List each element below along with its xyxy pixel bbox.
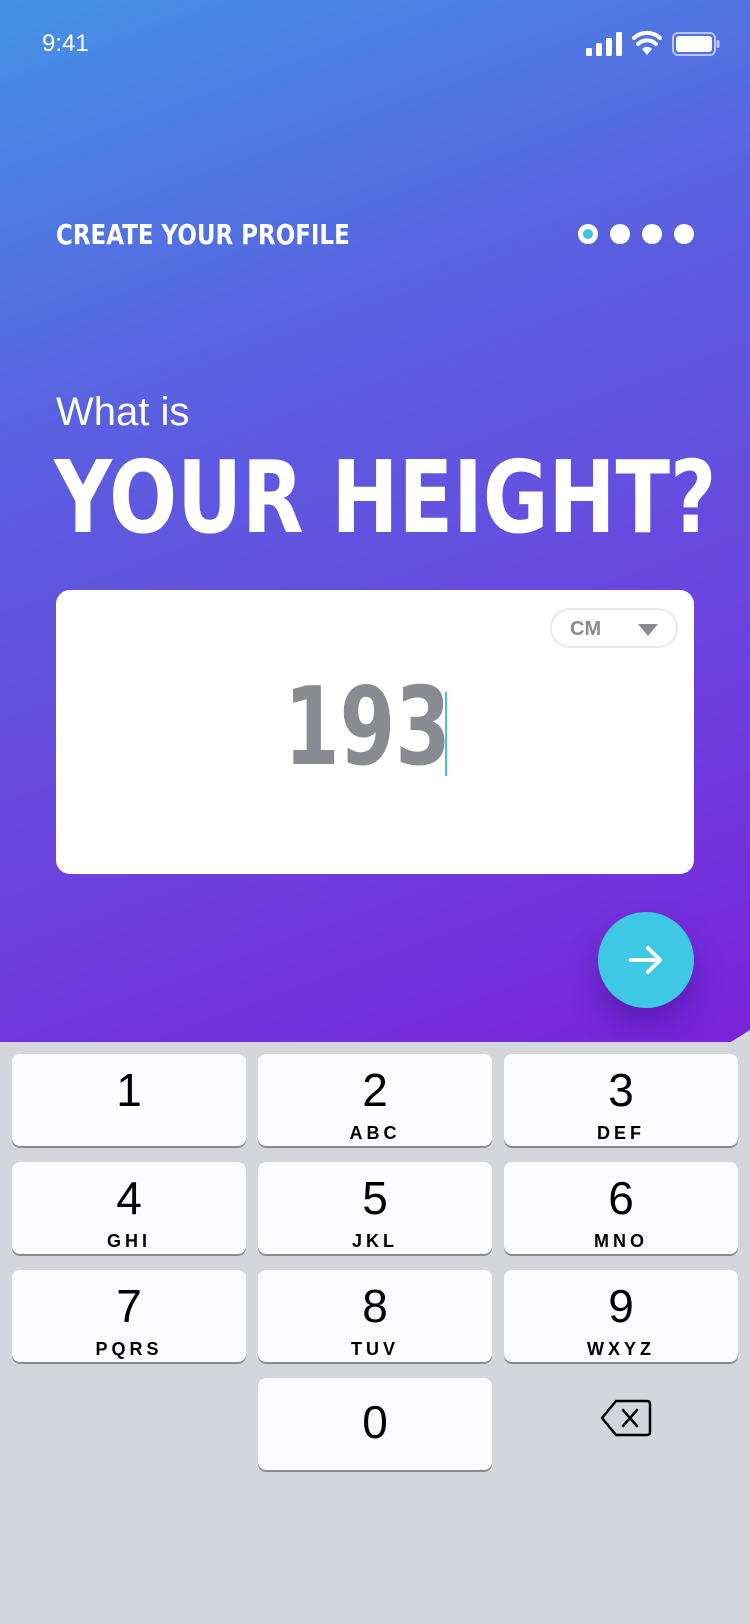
backspace-icon[interactable]	[600, 1398, 652, 1438]
cellular-signal-icon	[586, 32, 622, 56]
key-number: 3	[608, 1064, 634, 1116]
step-dot-4	[674, 224, 694, 244]
key-7[interactable]: 7 PQRS	[12, 1270, 246, 1362]
key-6[interactable]: 6 MNO	[504, 1162, 738, 1254]
step-dot-1	[578, 224, 598, 244]
question-prefix: What is	[56, 390, 190, 434]
step-dot-2	[610, 224, 630, 244]
next-button[interactable]	[598, 912, 694, 1008]
key-number: 6	[608, 1172, 634, 1224]
height-input-card[interactable]: CM 193	[56, 590, 694, 874]
unit-dropdown[interactable]: CM	[550, 608, 678, 648]
key-number: 2	[362, 1064, 388, 1116]
key-number: 4	[116, 1172, 142, 1224]
chevron-down-icon	[638, 624, 658, 636]
question-heading: YOUR HEIGHT?	[54, 439, 717, 556]
key-number: 5	[362, 1172, 388, 1224]
key-letters: JKL	[351, 1231, 398, 1251]
key-1[interactable]: 1	[12, 1054, 246, 1146]
key-number: 9	[608, 1280, 634, 1332]
key-letters: TUV	[351, 1339, 399, 1359]
arrow-right-icon	[629, 946, 662, 974]
key-number: 0	[362, 1396, 388, 1448]
key-8[interactable]: 8 TUV	[258, 1270, 492, 1362]
key-2[interactable]: 2 ABC	[258, 1054, 492, 1146]
wifi-icon	[632, 30, 662, 55]
status-time: 9:41	[42, 30, 89, 57]
key-9[interactable]: 9 WXYZ	[504, 1270, 738, 1362]
height-value[interactable]: 193	[284, 674, 451, 782]
status-bar: 9:41	[0, 0, 750, 90]
battery-icon	[672, 32, 720, 56]
hero-section: 9:41 CREATE YOUR PROFILE What is YOUR HE…	[0, 0, 750, 1045]
key-letters: DEF	[597, 1123, 645, 1143]
text-cursor	[445, 692, 447, 776]
key-number: 7	[116, 1280, 142, 1332]
key-3[interactable]: 3 DEF	[504, 1054, 738, 1146]
key-0[interactable]: 0	[258, 1378, 492, 1470]
key-4[interactable]: 4 GHI	[12, 1162, 246, 1254]
key-letters: WXYZ	[587, 1339, 655, 1359]
key-number: 8	[362, 1280, 388, 1332]
unit-label: CM	[570, 618, 602, 640]
key-letters: MNO	[594, 1231, 648, 1251]
key-5[interactable]: 5 JKL	[258, 1162, 492, 1254]
key-number: 1	[116, 1064, 142, 1116]
key-letters: ABC	[349, 1123, 401, 1143]
key-letters: GHI	[106, 1231, 151, 1251]
page-title: CREATE YOUR PROFILE	[56, 218, 350, 251]
step-dot-3	[642, 224, 662, 244]
key-letters: PQRS	[95, 1339, 163, 1359]
